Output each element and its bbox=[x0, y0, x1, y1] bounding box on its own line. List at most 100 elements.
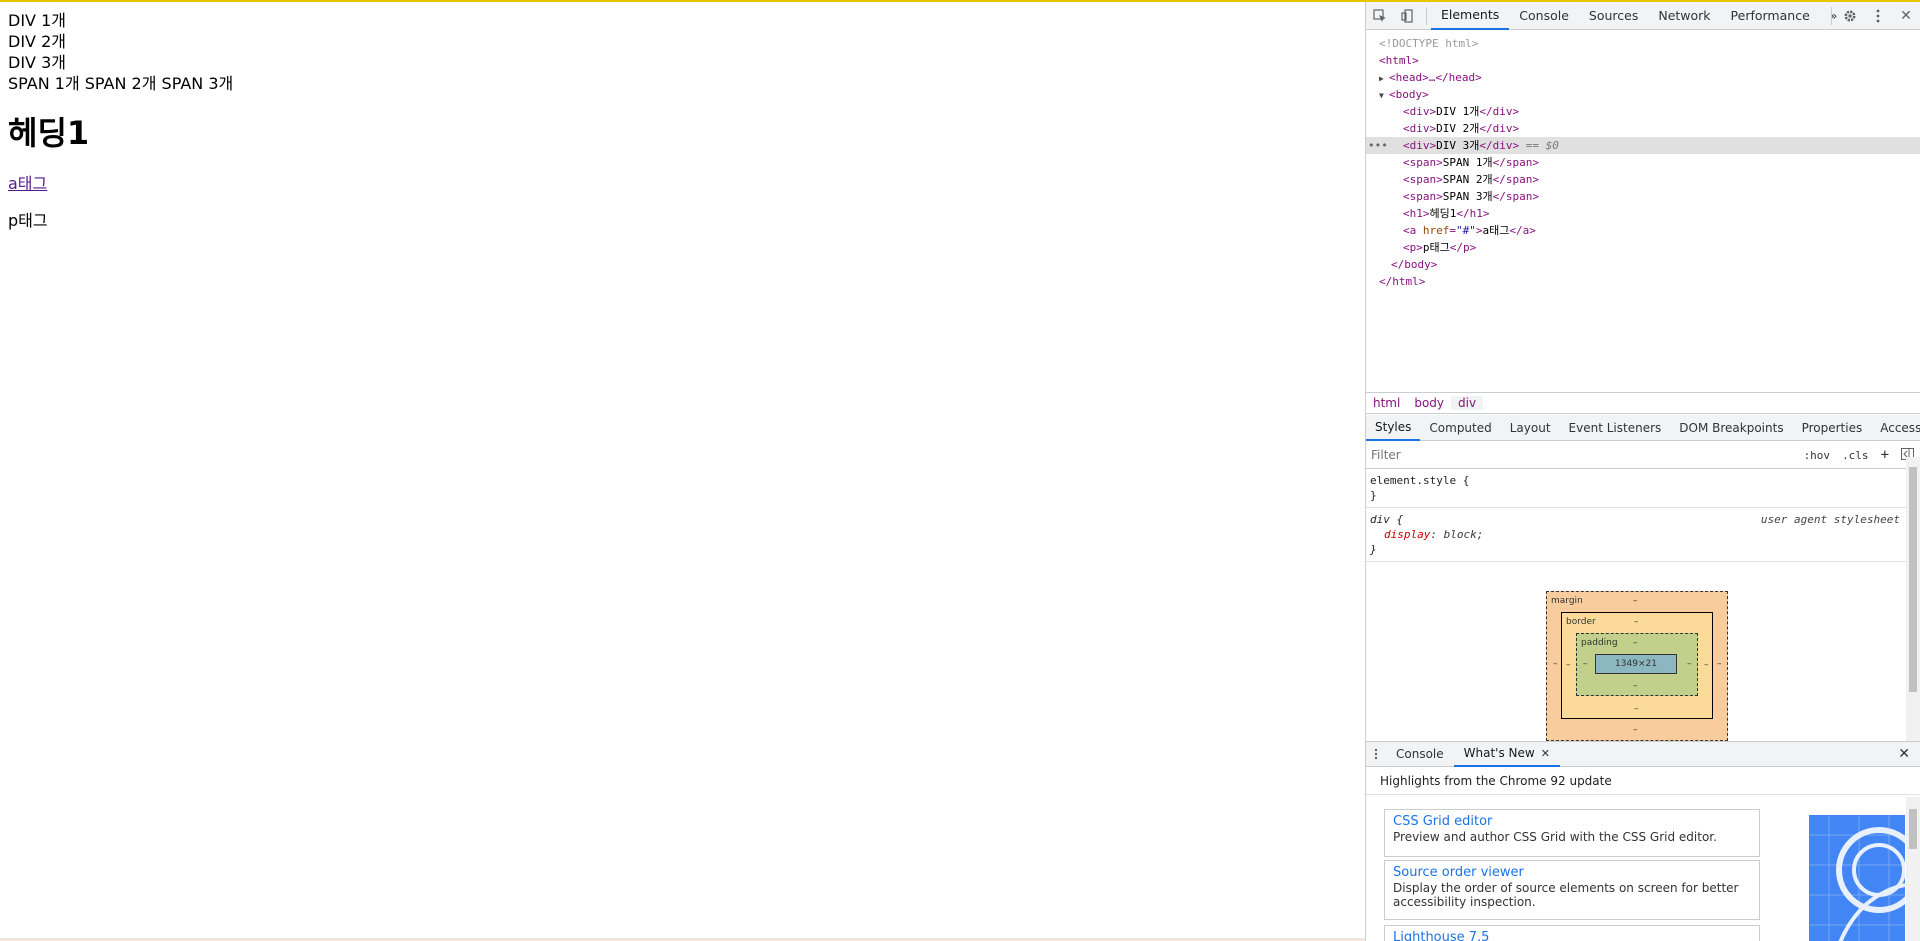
close-devtools-icon[interactable]: ✕ bbox=[1892, 2, 1920, 30]
doctype-text: <!DOCTYPE html> bbox=[1379, 37, 1479, 50]
collapse-triangle-icon[interactable]: ▼ bbox=[1379, 87, 1389, 104]
dom-node-html[interactable]: <html> bbox=[1366, 52, 1920, 69]
dom-tree: <!DOCTYPE html> <html> ▶ <head>…</head> ▼… bbox=[1366, 31, 1920, 392]
tab-elements[interactable]: Elements bbox=[1431, 2, 1510, 30]
box-model-margin[interactable]: margin – – – – border – – – – padding – … bbox=[1546, 591, 1728, 741]
breadcrumb-div[interactable]: div bbox=[1451, 396, 1484, 410]
html-close-tag: </html> bbox=[1379, 275, 1426, 288]
dom-node-span-2[interactable]: <span>SPAN 2개</span> bbox=[1366, 171, 1920, 188]
dom-node-div-1[interactable]: <div>DIV 1개</div> bbox=[1366, 103, 1920, 120]
dom-a-href-value: "#" bbox=[1456, 224, 1476, 237]
tab-console[interactable]: Console bbox=[1509, 2, 1579, 30]
device-toolbar-icon[interactable] bbox=[1394, 2, 1422, 30]
whats-new-illustration bbox=[1809, 815, 1905, 941]
styles-filter-bar: :hov .cls + bbox=[1366, 442, 1920, 469]
drawer-tab-console[interactable]: Console bbox=[1386, 741, 1454, 767]
dom-div2-text: DIV 2개 bbox=[1436, 122, 1480, 135]
dom-span1-text: SPAN 1개 bbox=[1442, 156, 1493, 169]
rule-close-brace: } bbox=[1370, 489, 1377, 502]
drawer-tab-bar: Console What's New ✕ ✕ bbox=[1366, 741, 1920, 767]
padding-bottom-value: – bbox=[1633, 681, 1638, 691]
tab-accessibility[interactable]: Accessibility bbox=[1871, 415, 1920, 441]
drawer-menu-kebab-icon[interactable] bbox=[1366, 741, 1386, 767]
dom-node-span-3[interactable]: <span>SPAN 3개</span> bbox=[1366, 188, 1920, 205]
dom-node-span-1[interactable]: <span>SPAN 1개</span> bbox=[1366, 154, 1920, 171]
div-ua-rule[interactable]: div { user agent stylesheet display: blo… bbox=[1366, 508, 1906, 562]
feature-card-title[interactable]: CSS Grid editor bbox=[1393, 813, 1751, 830]
border-right-value: – bbox=[1704, 660, 1709, 670]
dom-node-div-3-selected[interactable]: ••• <div>DIV 3개</div> == $0 bbox=[1366, 137, 1920, 154]
box-model-padding[interactable]: padding – – – – 1349×21 bbox=[1576, 633, 1698, 696]
styles-pane: element.style { } div { user agent style… bbox=[1366, 469, 1906, 741]
drawer-tab-whats-new[interactable]: What's New ✕ bbox=[1453, 741, 1560, 767]
selected-node-marker: == $0 bbox=[1525, 139, 1559, 152]
whats-new-headline: Highlights from the Chrome 92 update bbox=[1366, 767, 1920, 795]
more-options-kebab-icon[interactable] bbox=[1864, 2, 1892, 30]
head-collapsed-tag: <head>…</head> bbox=[1389, 71, 1482, 84]
styles-filter-input[interactable] bbox=[1366, 448, 1798, 462]
tab-performance[interactable]: Performance bbox=[1721, 2, 1820, 30]
dom-node-doctype[interactable]: <!DOCTYPE html> bbox=[1366, 35, 1920, 52]
rule-close-brace: } bbox=[1370, 543, 1377, 556]
border-left-value: – bbox=[1566, 660, 1571, 670]
feature-card[interactable]: Lighthouse 7.5 bbox=[1384, 925, 1760, 941]
dom-node-div-2[interactable]: <div>DIV 2개</div> bbox=[1366, 120, 1920, 137]
dom-node-a[interactable]: <a href="#">a태그</a> bbox=[1366, 222, 1920, 239]
dom-div3-text: DIV 3개 bbox=[1436, 139, 1480, 152]
html-open-tag: <html> bbox=[1379, 54, 1419, 67]
feature-card-desc: Display the order of source elements on … bbox=[1393, 881, 1739, 909]
dom-node-p[interactable]: <p>p태그</p> bbox=[1366, 239, 1920, 256]
tab-sources[interactable]: Sources bbox=[1579, 2, 1648, 30]
whats-new-scrollbar[interactable] bbox=[1906, 797, 1920, 941]
display-declaration[interactable]: display: block; bbox=[1370, 527, 1902, 542]
display-value: block; bbox=[1443, 528, 1484, 541]
inspect-element-icon[interactable] bbox=[1366, 2, 1394, 30]
dom-node-h1[interactable]: <h1>헤딩1</h1> bbox=[1366, 205, 1920, 222]
dom-node-html-close[interactable]: </html> bbox=[1366, 273, 1920, 290]
feature-card-title[interactable]: Source order viewer bbox=[1393, 864, 1751, 881]
tab-event-listeners[interactable]: Event Listeners bbox=[1560, 415, 1671, 441]
dom-p-text: p태그 bbox=[1422, 241, 1450, 254]
settings-gear-icon[interactable] bbox=[1836, 2, 1864, 30]
tab-styles[interactable]: Styles bbox=[1366, 415, 1421, 441]
dom-node-body-close[interactable]: </body> bbox=[1366, 256, 1920, 273]
page-heading: 헤딩1 bbox=[8, 114, 90, 152]
tab-properties[interactable]: Properties bbox=[1793, 415, 1872, 441]
styles-scrollbar-thumb[interactable] bbox=[1909, 467, 1917, 692]
whats-new-scrollbar-thumb[interactable] bbox=[1909, 809, 1917, 849]
dom-node-body[interactable]: ▼ <body> bbox=[1366, 86, 1920, 103]
styles-scrollbar[interactable] bbox=[1906, 457, 1920, 741]
element-style-rule[interactable]: element.style { } bbox=[1366, 469, 1906, 508]
class-toggle[interactable]: .cls bbox=[1836, 449, 1875, 462]
breadcrumb-html[interactable]: html bbox=[1366, 396, 1407, 410]
whats-new-panel: Highlights from the Chrome 92 update CSS… bbox=[1366, 767, 1920, 941]
close-drawer-icon[interactable]: ✕ bbox=[1898, 746, 1910, 762]
close-tab-icon[interactable]: ✕ bbox=[1541, 747, 1550, 760]
tab-network[interactable]: Network bbox=[1648, 2, 1720, 30]
page-link[interactable]: a태그 bbox=[8, 174, 47, 193]
margin-bottom-value: – bbox=[1633, 725, 1638, 735]
whats-new-label: What's New bbox=[1463, 746, 1535, 760]
box-model-border[interactable]: border – – – – padding – – – – 1349×21 bbox=[1561, 612, 1713, 719]
breadcrumb-body[interactable]: body bbox=[1407, 396, 1451, 410]
margin-top-value: – bbox=[1633, 596, 1638, 606]
expand-triangle-icon[interactable]: ▶ bbox=[1379, 70, 1389, 87]
feature-card[interactable]: CSS Grid editor Preview and author CSS G… bbox=[1384, 809, 1760, 857]
dom-node-head[interactable]: ▶ <head>…</head> bbox=[1366, 69, 1920, 86]
tab-dom-breakpoints[interactable]: DOM Breakpoints bbox=[1670, 415, 1792, 441]
feature-card-title[interactable]: Lighthouse 7.5 bbox=[1393, 929, 1751, 941]
breadcrumb: html body div bbox=[1366, 392, 1920, 414]
tab-layout[interactable]: Layout bbox=[1501, 415, 1560, 441]
feature-card[interactable]: Source order viewer Display the order of… bbox=[1384, 860, 1760, 920]
new-style-rule-plus-icon[interactable]: + bbox=[1875, 447, 1895, 463]
hover-state-toggle[interactable]: :hov bbox=[1798, 449, 1837, 462]
body-close-tag: </body> bbox=[1391, 258, 1438, 271]
page-div-2: DIV 2개 bbox=[8, 32, 66, 51]
tab-computed[interactable]: Computed bbox=[1420, 415, 1500, 441]
body-open-tag: <body> bbox=[1389, 88, 1429, 101]
node-actions-ellipsis-icon[interactable]: ••• bbox=[1368, 137, 1388, 154]
border-bottom-value: – bbox=[1634, 704, 1639, 714]
devtools-tab-bar: Elements Console Sources Network Perform… bbox=[1366, 2, 1920, 30]
border-label: border bbox=[1566, 617, 1596, 627]
box-model-content[interactable]: 1349×21 bbox=[1595, 654, 1677, 674]
